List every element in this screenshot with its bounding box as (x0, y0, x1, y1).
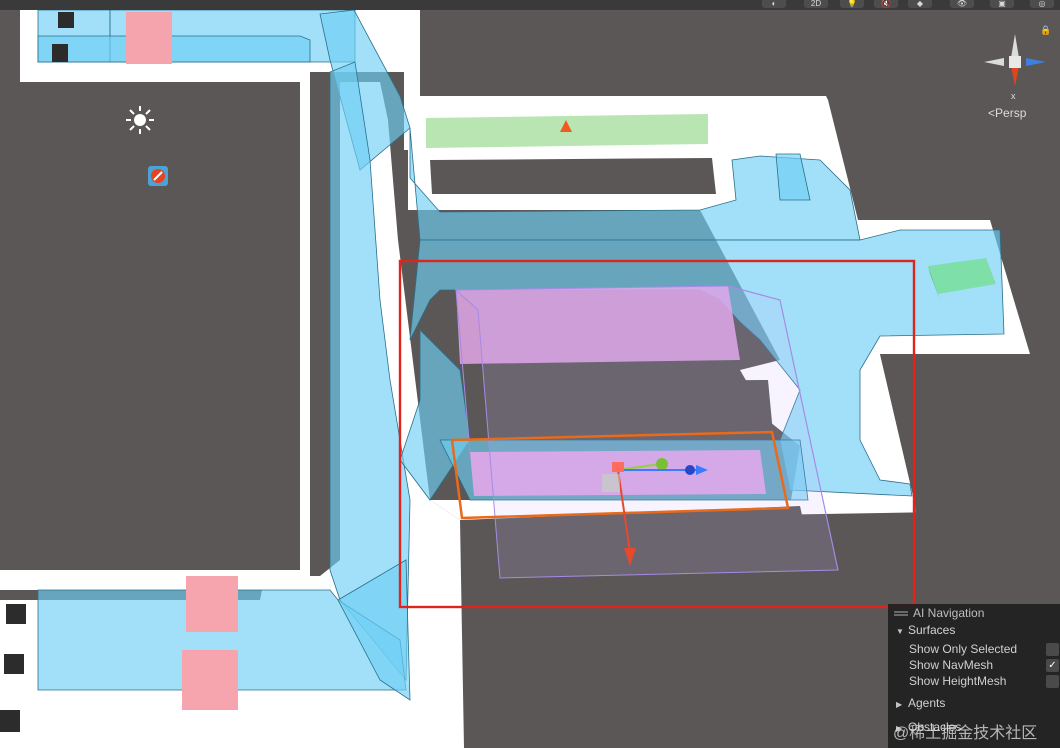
projection-label: Persp (995, 106, 1027, 120)
surfaces-label: Surfaces (908, 623, 956, 637)
show-only-selected-checkbox[interactable] (1046, 643, 1059, 656)
surfaces-foldout[interactable]: ▼ Surfaces (896, 623, 955, 637)
camera-settings-button[interactable]: ▣ (990, 0, 1014, 8)
directional-light-icon[interactable] (126, 106, 154, 134)
overlay-title: AI Navigation (913, 606, 985, 620)
watermark: @稀土掘金技术社区 (893, 725, 1038, 742)
hidden-objects-button[interactable]: 👁 (950, 0, 974, 8)
agents-foldout[interactable]: ▶ Agents (896, 696, 945, 710)
chevron-down-icon: ▼ (896, 627, 904, 636)
option-label-show-only-selected: Show Only Selected (909, 642, 1018, 656)
drag-handle-icon[interactable] (894, 611, 908, 613)
option-label-show-heightmesh: Show HeightMesh (909, 674, 1007, 688)
selected-volume (454, 285, 839, 579)
navmesh-agent-icon[interactable] (148, 166, 168, 186)
show-navmesh-checkbox[interactable]: ✓ (1046, 659, 1059, 672)
2d-toggle-button[interactable]: 2D (804, 0, 828, 8)
orientation-gizmo[interactable]: x (980, 30, 1050, 100)
audio-toggle-button[interactable]: 🔇 (874, 0, 898, 8)
lighting-toggle-button[interactable]: 💡 (840, 0, 864, 8)
checkmark-icon: ✓ (1048, 660, 1057, 671)
gizmo-axis-label: x (1011, 91, 1016, 100)
effects-toggle-button[interactable]: ◆ (908, 0, 932, 8)
show-heightmesh-checkbox[interactable] (1046, 675, 1059, 688)
gizmos-button[interactable]: ◎ (1030, 0, 1054, 8)
chevron-left-icon: < (988, 106, 996, 120)
chevron-right-icon: ▶ (896, 700, 903, 709)
agents-label: Agents (908, 696, 946, 710)
shading-mode-button[interactable]: ◐ (762, 0, 786, 8)
projection-toggle[interactable]: <Persp (988, 106, 1026, 120)
scene-toolbar: ◐ 2D 💡 🔇 ◆ 👁 ▣ ◎ (0, 0, 1060, 10)
option-label-show-navmesh: Show NavMesh (909, 658, 994, 672)
